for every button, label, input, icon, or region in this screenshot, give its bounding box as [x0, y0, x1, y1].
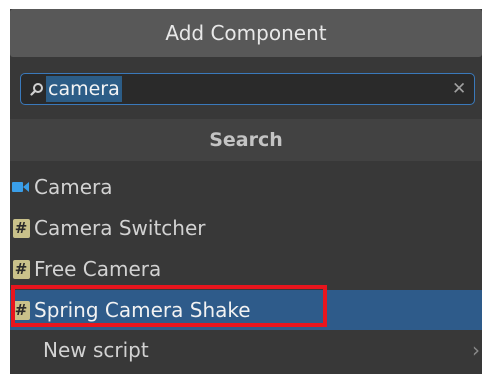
list-item-camera-switcher[interactable]: # Camera Switcher: [10, 208, 482, 248]
script-icon: #: [12, 300, 30, 320]
close-icon[interactable]: ✕: [452, 79, 466, 99]
list-item-free-camera[interactable]: # Free Camera: [10, 249, 482, 289]
search-input[interactable]: camera ✕: [20, 73, 475, 105]
search-section-header: Search: [10, 119, 482, 161]
add-component-title-label: Add Component: [165, 21, 327, 45]
search-icon: [28, 77, 46, 101]
list-item-label: Spring Camera Shake: [34, 298, 251, 322]
add-component-title[interactable]: Add Component: [10, 9, 482, 57]
list-item-label: Camera: [34, 175, 113, 199]
add-component-popup: Add Component camera ✕ Search Camera # C…: [10, 9, 482, 374]
script-icon: #: [12, 218, 30, 238]
script-icon: #: [12, 259, 30, 279]
list-item-spring-camera-shake[interactable]: # Spring Camera Shake: [10, 290, 482, 330]
list-item-label: Camera Switcher: [34, 216, 206, 240]
chevron-right-icon: ›: [472, 338, 480, 362]
search-section-label: Search: [209, 129, 283, 151]
search-input-value[interactable]: camera: [46, 76, 122, 102]
list-item-label: Free Camera: [34, 257, 162, 281]
new-script-item[interactable]: New script ›: [10, 330, 482, 370]
list-item-camera[interactable]: Camera: [10, 167, 482, 207]
new-script-label: New script: [43, 338, 149, 362]
camera-icon: [12, 177, 30, 197]
